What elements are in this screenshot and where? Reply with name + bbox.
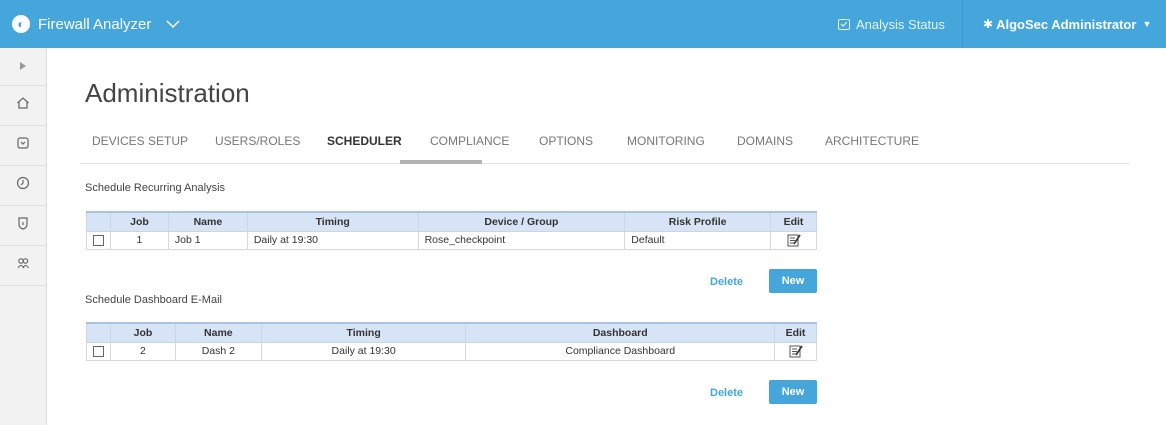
device-icon <box>16 136 30 155</box>
clock-icon <box>16 176 30 195</box>
edit-cell <box>770 230 817 250</box>
edit-icon[interactable] <box>787 233 801 247</box>
column-header-edit: Edit <box>770 211 817 232</box>
recurring-analysis-table: Job Name Timing Device / Group Risk Prof… <box>86 211 817 250</box>
select-column-header <box>86 211 111 232</box>
column-header-job: Job <box>110 322 176 343</box>
column-header-name: Name <box>174 322 262 343</box>
tab-options[interactable]: OPTIONS <box>539 128 593 164</box>
job-cell: 2 <box>110 341 176 361</box>
name-cell: Dash 2 <box>174 341 262 361</box>
users-icon <box>16 256 30 275</box>
dashboard-email-table: Job Name Timing Dashboard Edit 2 Dash 2 … <box>86 322 817 361</box>
user-menu[interactable]: ✱ AlgoSec Administrator ▼ <box>983 0 1151 48</box>
gear-icon: ✱ <box>983 17 994 31</box>
name-cell: Job 1 <box>167 230 248 250</box>
tab-compliance[interactable]: COMPLIANCE <box>430 128 509 164</box>
edit-cell <box>774 341 817 361</box>
recurring-new-button[interactable]: New <box>769 269 817 293</box>
app-switcher[interactable]: ◐ Firewall Analyzer <box>12 0 183 48</box>
timing-cell: Daily at 19:30 <box>246 230 419 250</box>
column-header-job: Job <box>110 211 169 232</box>
tab-users-roles[interactable]: USERS/ROLES <box>215 128 300 164</box>
recurring-analysis-title: Schedule Recurring Analysis <box>85 182 226 194</box>
column-header-timing: Timing <box>246 211 419 232</box>
column-header-device-group: Device / Group <box>417 211 626 232</box>
timing-cell: Daily at 19:30 <box>260 341 467 361</box>
row-checkbox[interactable] <box>93 234 104 246</box>
column-header-name: Name <box>167 211 248 232</box>
shield-icon <box>16 216 30 235</box>
tab-architecture[interactable]: ARCHITECTURE <box>825 128 919 164</box>
sidebar-expand-button[interactable] <box>0 48 46 86</box>
active-tab-indicator <box>400 160 482 164</box>
user-name: AlgoSec Administrator <box>996 16 1137 32</box>
recurring-delete-link[interactable]: Delete <box>710 276 743 288</box>
row-select-cell <box>86 341 111 361</box>
table-header-row: Job Name Timing Dashboard Edit <box>86 322 817 343</box>
column-header-dashboard: Dashboard <box>465 322 775 343</box>
sidebar-item-users[interactable] <box>0 246 46 286</box>
sidebar-item-security[interactable] <box>0 206 46 246</box>
device-group-cell: Rose_checkpoint <box>417 230 626 250</box>
home-icon <box>16 96 30 115</box>
top-bar: ◐ Firewall Analyzer Analysis Status ✱ Al… <box>0 0 1166 48</box>
column-header-edit: Edit <box>774 322 817 343</box>
tab-devices-setup[interactable]: DEVICES SETUP <box>92 128 188 164</box>
sidebar-item-home[interactable] <box>0 86 46 126</box>
algosec-logo-icon: ◐ <box>12 15 30 33</box>
analysis-status-label: Analysis Status <box>856 16 945 32</box>
sidebar <box>0 48 47 425</box>
topbar-divider <box>962 0 963 48</box>
table-row: 1 Job 1 Daily at 19:30 Rose_checkpoint D… <box>86 230 817 250</box>
table-header-row: Job Name Timing Device / Group Risk Prof… <box>86 211 817 232</box>
chevron-down-icon[interactable] <box>165 15 183 33</box>
table-row: 2 Dash 2 Daily at 19:30 Compliance Dashb… <box>86 341 817 361</box>
row-checkbox[interactable] <box>93 345 104 357</box>
dashboard-delete-link[interactable]: Delete <box>710 387 743 399</box>
select-column-header <box>86 322 111 343</box>
analysis-status-link[interactable]: Analysis Status <box>838 0 945 48</box>
sidebar-item-devices[interactable] <box>0 126 46 166</box>
dashboard-new-button[interactable]: New <box>769 380 817 404</box>
job-cell: 1 <box>110 230 169 250</box>
dashboard-cell: Compliance Dashboard <box>465 341 775 361</box>
analysis-status-icon <box>838 18 850 30</box>
tab-monitoring[interactable]: MONITORING <box>627 128 705 164</box>
sidebar-item-history[interactable] <box>0 166 46 206</box>
column-header-risk-profile: Risk Profile <box>624 211 771 232</box>
app-name: Firewall Analyzer <box>38 15 152 33</box>
risk-profile-cell: Default <box>624 230 771 250</box>
tab-domains[interactable]: DOMAINS <box>737 128 793 164</box>
dashboard-email-title: Schedule Dashboard E-Mail <box>85 294 222 306</box>
edit-icon[interactable] <box>789 344 803 358</box>
column-header-timing: Timing <box>260 322 467 343</box>
page-title: Administration <box>85 78 250 108</box>
tab-scheduler[interactable]: SCHEDULER <box>327 128 402 164</box>
caret-down-icon: ▼ <box>1142 19 1152 29</box>
admin-tabs: DEVICES SETUP USERS/ROLES SCHEDULER COMP… <box>80 128 1130 164</box>
expand-arrow-icon <box>19 58 27 76</box>
row-select-cell <box>86 230 111 250</box>
